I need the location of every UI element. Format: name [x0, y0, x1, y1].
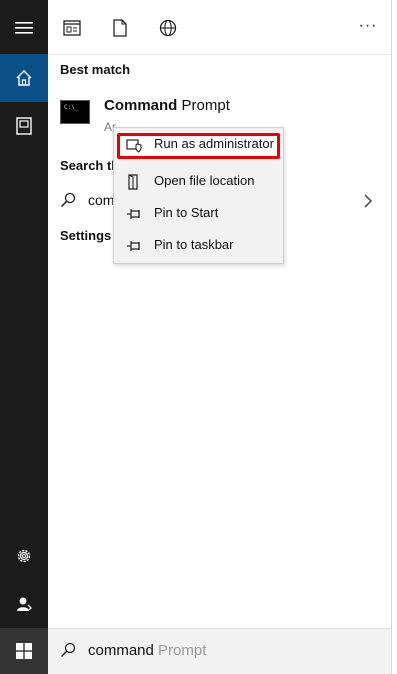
pin-to-taskbar-item[interactable]: Pin to taskbar [114, 229, 285, 261]
documents-icon [16, 117, 32, 135]
best-match-heading: Best match [60, 62, 131, 77]
search-query-text: command Prompt [88, 642, 206, 659]
file-location-icon [126, 174, 142, 190]
user-account-button[interactable] [0, 580, 48, 628]
settings-gear-icon [17, 549, 31, 563]
pin-icon [126, 238, 142, 254]
command-prompt-icon: C:\_ [60, 100, 90, 124]
web-globe-icon [159, 19, 177, 37]
menu-item-label: Pin to Start [154, 205, 219, 220]
windows-logo-icon [16, 643, 32, 659]
open-file-location-item[interactable]: Open file location [114, 165, 285, 197]
run-as-administrator-item[interactable]: Run as administrator [114, 128, 285, 160]
more-options-icon[interactable]: ··· [358, 16, 378, 36]
settings-heading: Settings [60, 228, 112, 243]
panel-edge [391, 0, 397, 674]
search-icon [60, 192, 76, 208]
documents-icon [113, 19, 127, 37]
shield-admin-icon [126, 137, 142, 153]
start-nav-rail [0, 0, 48, 674]
start-button[interactable] [0, 628, 48, 674]
apps-icon [63, 20, 81, 36]
documents-filter-button[interactable] [110, 18, 130, 38]
pin-icon [126, 206, 142, 222]
context-menu: Run as administrator Open file location … [113, 127, 284, 264]
menu-button[interactable] [0, 4, 48, 52]
filter-toolbar: ··· [48, 0, 391, 55]
app-title: Command Prompt [104, 97, 230, 114]
home-icon [16, 70, 32, 86]
search-box[interactable]: command Prompt [48, 628, 391, 674]
menu-item-label: Open file location [154, 173, 255, 188]
search-icon [60, 642, 76, 658]
chevron-right-icon[interactable] [363, 194, 373, 208]
autocomplete-suggestion: Prompt [153, 642, 207, 659]
hamburger-menu-icon [15, 22, 33, 34]
search-results-panel: ··· Best match C:\_ Command Prompt App S… [48, 0, 391, 628]
web-filter-button[interactable] [158, 18, 178, 38]
documents-button[interactable] [0, 102, 48, 150]
menu-item-label: Run as administrator [154, 136, 274, 151]
menu-item-label: Pin to taskbar [154, 237, 234, 252]
settings-button[interactable] [0, 532, 48, 580]
apps-filter-button[interactable] [62, 18, 82, 38]
user-account-icon [17, 597, 32, 611]
typed-text: command [88, 642, 154, 659]
web-search-query: command [88, 192, 114, 208]
search-web-heading: Search the web [60, 158, 120, 173]
pin-to-start-item[interactable]: Pin to Start [114, 197, 285, 229]
home-button[interactable] [0, 54, 48, 102]
